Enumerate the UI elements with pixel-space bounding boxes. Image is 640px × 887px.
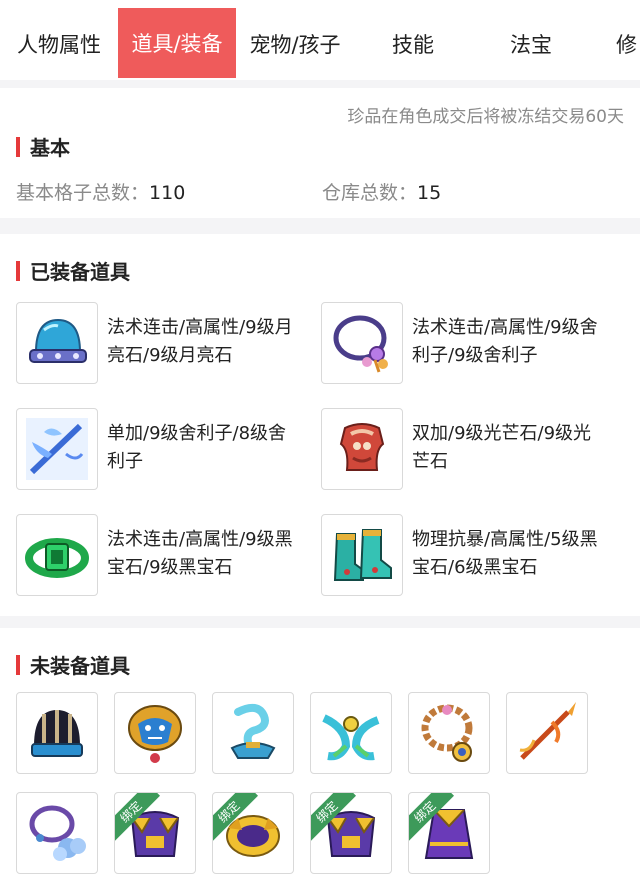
section-marker — [16, 260, 20, 281]
equip-desc-2: 法术连击/高属性/9级舍 利子/9级舍利子 — [412, 314, 598, 370]
unequipped-title-text: 未装备道具 — [30, 654, 130, 678]
storage-value: 15 — [417, 182, 442, 204]
equip-desc-line: 法术连击/高属性/9级黑 — [107, 529, 293, 550]
tab-cultivation[interactable]: 修 — [590, 0, 640, 80]
tab-character-attributes[interactable]: 人物属性 — [0, 0, 118, 80]
storage-stat: 仓库总数：15 — [322, 178, 441, 205]
equip-desc-6: 物理抗暴/高属性/5级黑 宝石/6级黑宝石 — [412, 526, 598, 582]
tab-items-equipment[interactable]: 道具/装备 — [118, 8, 236, 78]
equip-desc-line: 法术连击/高属性/9级舍 — [412, 317, 598, 338]
gold-armor-icon[interactable]: 绑定 — [310, 792, 392, 874]
spear-icon[interactable] — [506, 692, 588, 774]
cloud-necklace-icon[interactable] — [16, 792, 98, 874]
equip-desc-line: 宝石/9级黑宝石 — [107, 557, 233, 578]
bead-necklace-icon[interactable] — [408, 692, 490, 774]
equip-desc-line: 单加/9级舍利子/8级舍 — [107, 423, 287, 444]
tab-pets-children[interactable]: 宠物/孩子 — [236, 0, 354, 80]
helmet-icon[interactable] — [16, 302, 98, 384]
gold-armor-icon[interactable]: 绑定 — [114, 792, 196, 874]
basic-title: 基本 — [16, 132, 70, 161]
gold-ring-icon[interactable]: 绑定 — [212, 792, 294, 874]
equipped-section: 已装备道具 法术连击/高属性/9级月 亮石/9级月亮石 法术连击/高属性/9级舍… — [0, 234, 640, 616]
equip-desc-line: 亮石/9级月亮石 — [107, 345, 233, 366]
hat-icon[interactable] — [16, 692, 98, 774]
freeze-notice: 珍品在角色成交后将被冻结交易60天 — [347, 107, 624, 127]
equip-desc-line: 物理抗暴/高属性/5级黑 — [412, 529, 598, 550]
demon-amulet-icon[interactable] — [114, 692, 196, 774]
unequipped-title: 未装备道具 — [16, 650, 130, 679]
equip-desc-line: 法术连击/高属性/9级月 — [107, 317, 293, 338]
basic-title-text: 基本 — [30, 136, 70, 160]
basic-section: 珍品在角色成交后将被冻结交易60天 基本 基本格子总数：110 仓库总数：15 — [0, 88, 640, 218]
section-marker — [16, 136, 20, 157]
equip-desc-line: 双加/9级光芒石/9级光 — [412, 423, 592, 444]
belt-icon[interactable] — [16, 514, 98, 596]
weapon-icon[interactable] — [16, 408, 98, 490]
tab-skills[interactable]: 技能 — [354, 0, 472, 80]
equip-desc-1: 法术连击/高属性/9级月 亮石/9级月亮石 — [107, 314, 293, 370]
armor-icon[interactable] — [321, 408, 403, 490]
tab-bar: 人物属性 道具/装备 宠物/孩子 技能 法宝 修 — [0, 0, 640, 80]
boots-icon[interactable] — [321, 514, 403, 596]
slots-label: 基本格子总数： — [16, 182, 150, 204]
necklace-icon[interactable] — [321, 302, 403, 384]
equip-desc-5: 法术连击/高属性/9级黑 宝石/9级黑宝石 — [107, 526, 293, 582]
equipped-title-text: 已装备道具 — [30, 260, 130, 284]
section-marker — [16, 654, 20, 675]
equip-desc-line: 利子/9级舍利子 — [412, 345, 538, 366]
equip-desc-line: 利子 — [107, 451, 143, 472]
unequipped-section: 未装备道具 绑定 绑定 绑定 绑定 — [0, 628, 640, 887]
slots-stat: 基本格子总数：110 — [16, 178, 185, 205]
lamp-icon[interactable] — [212, 692, 294, 774]
equip-desc-line: 宝石/6级黑宝石 — [412, 557, 538, 578]
slots-value: 110 — [149, 182, 186, 204]
equip-desc-line: 芒石 — [412, 451, 448, 472]
tab-magic-treasure[interactable]: 法宝 — [472, 0, 590, 80]
purple-robe-icon[interactable]: 绑定 — [408, 792, 490, 874]
storage-label: 仓库总数： — [322, 182, 418, 204]
equip-desc-3: 单加/9级舍利子/8级舍 利子 — [107, 420, 286, 476]
equip-desc-4: 双加/9级光芒石/9级光 芒石 — [412, 420, 591, 476]
ribbon-icon[interactable] — [310, 692, 392, 774]
equipped-title: 已装备道具 — [16, 256, 130, 285]
